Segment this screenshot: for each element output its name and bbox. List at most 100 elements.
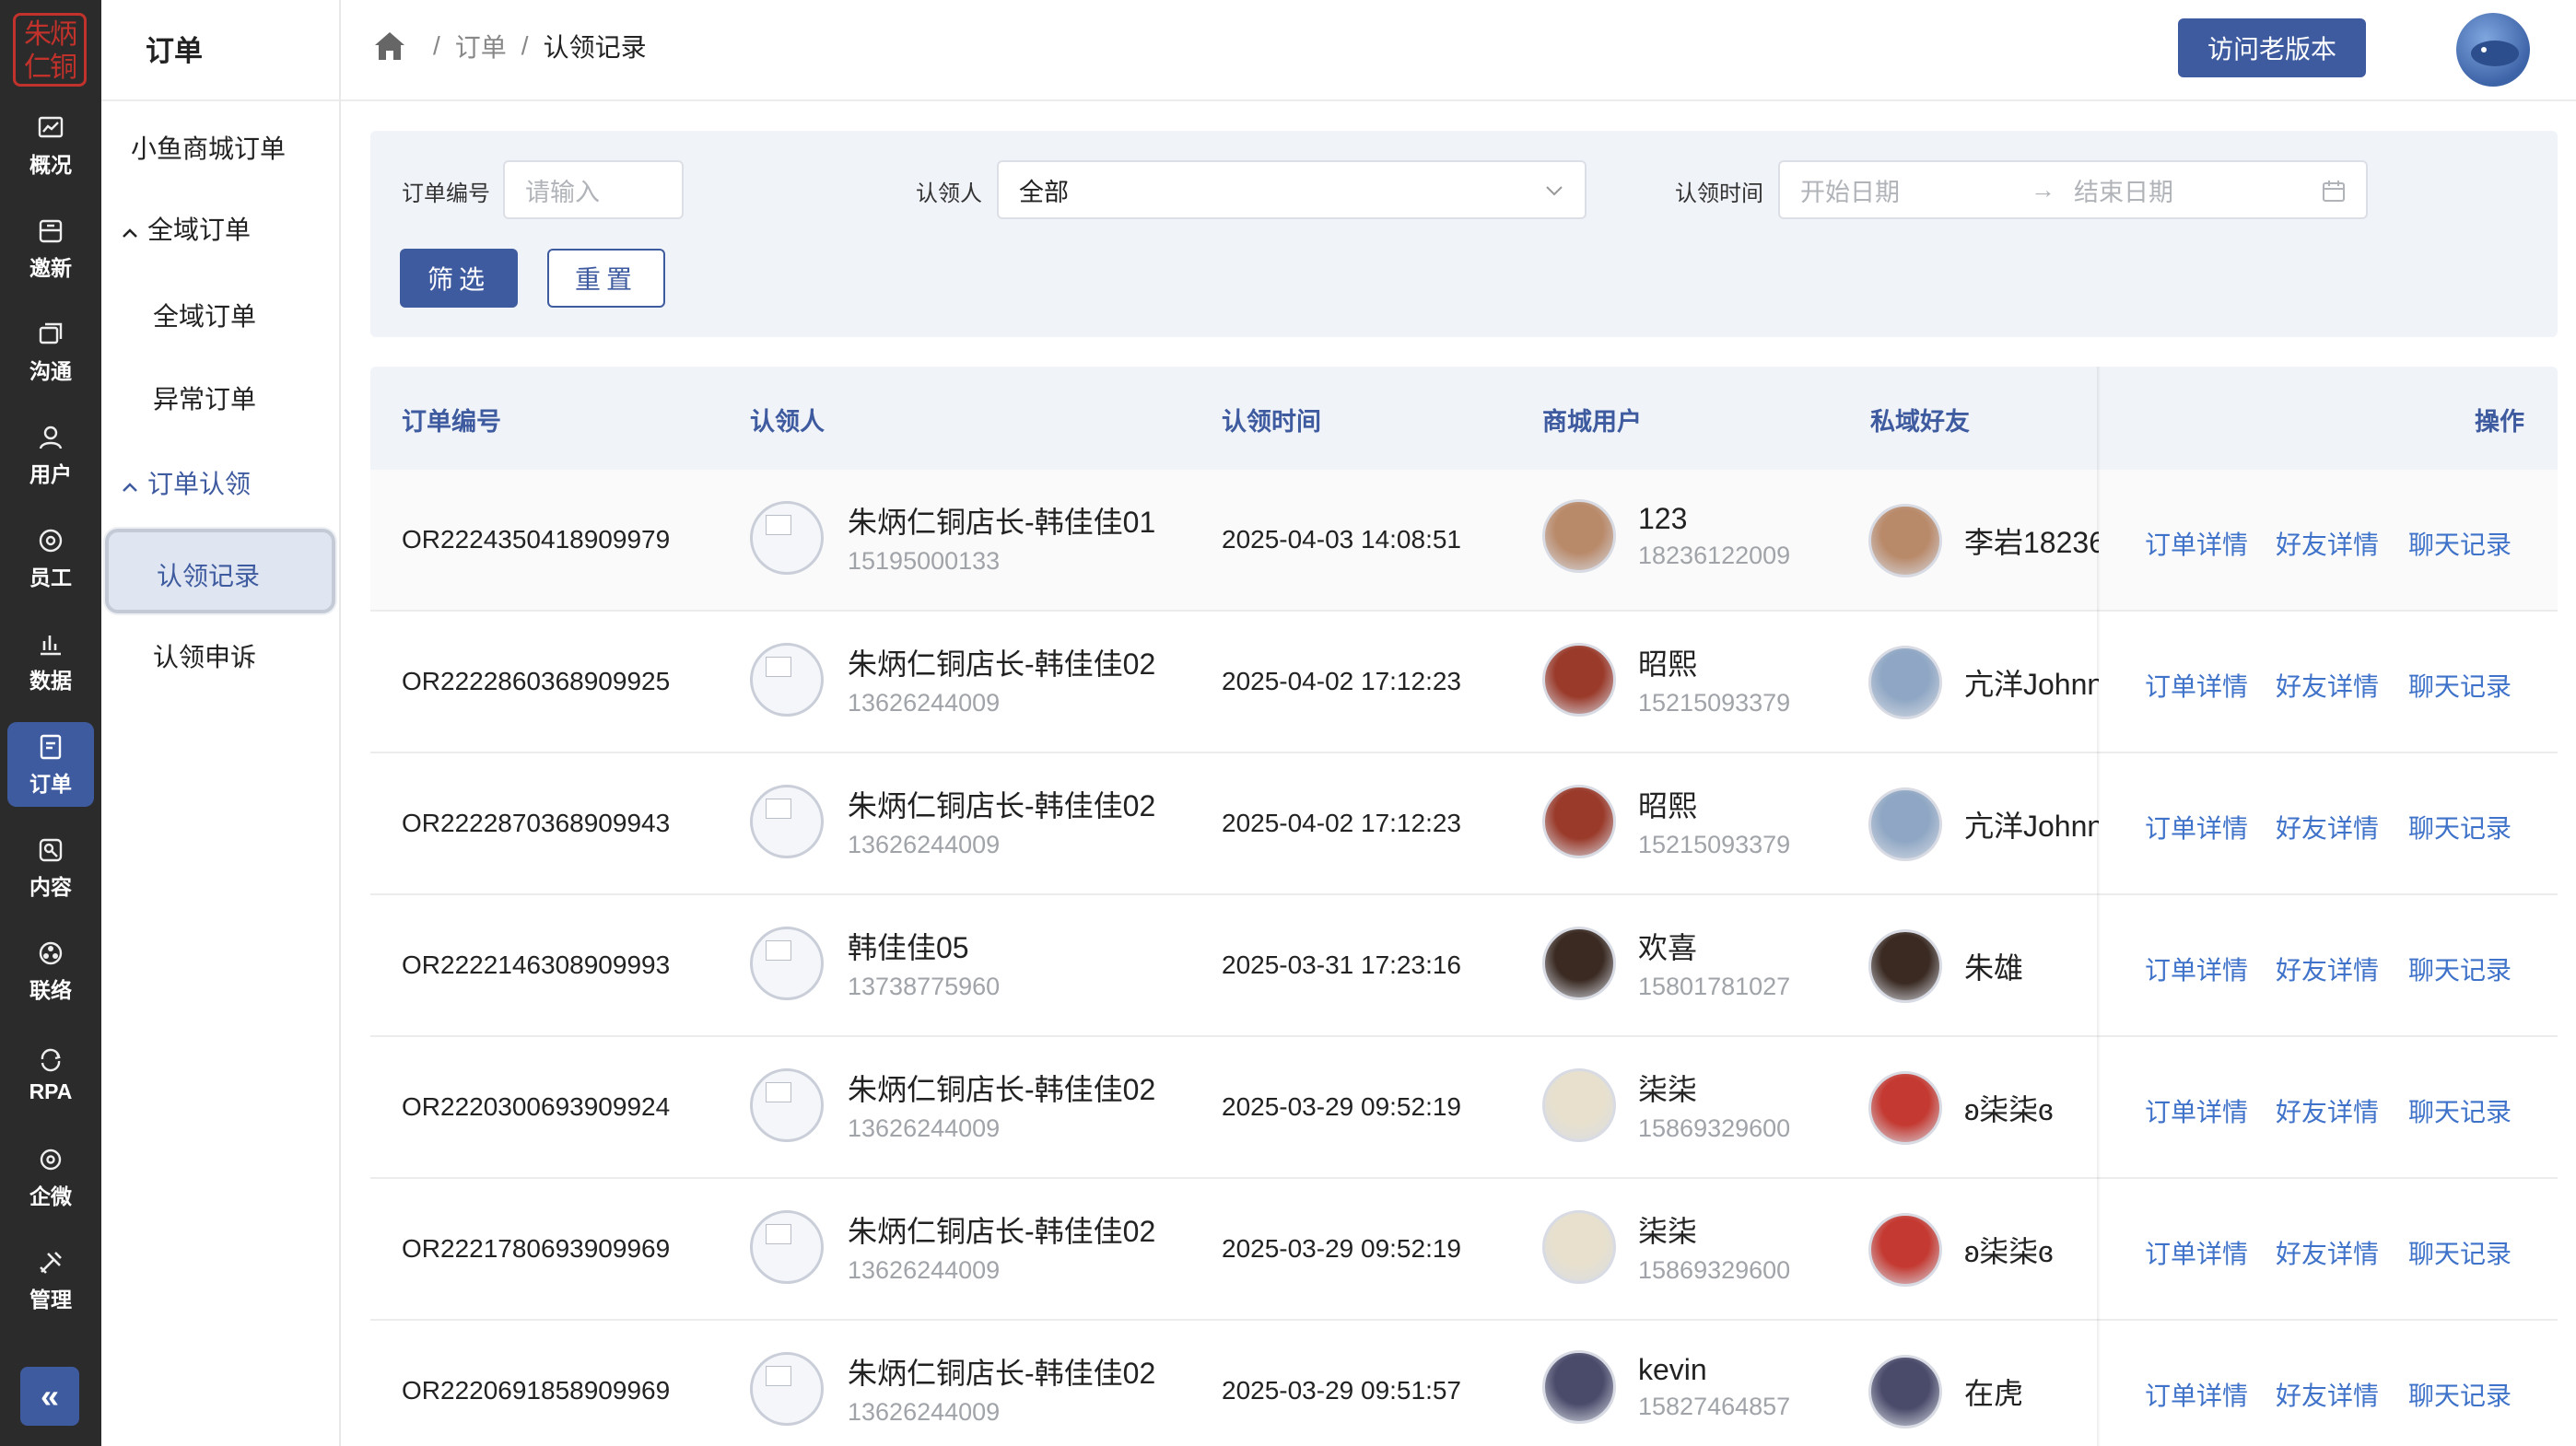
reset-button[interactable]: 重置 <box>547 249 665 308</box>
claimer-avatar <box>750 500 824 575</box>
filter-button[interactable]: 筛选 <box>400 249 518 308</box>
friend-avatar <box>1868 646 1942 719</box>
friend-avatar <box>1868 929 1942 1003</box>
order-detail-link[interactable]: 订单详情 <box>2145 1092 2248 1129</box>
order-detail-link[interactable]: 订单详情 <box>2145 525 2248 562</box>
home-icon[interactable] <box>372 29 407 63</box>
rail-item-invite[interactable]: 邀新 <box>7 206 94 291</box>
claimer-avatar <box>750 1067 824 1142</box>
chat-record-link[interactable]: 聊天记录 <box>2408 1376 2512 1413</box>
claimer-cell: 朱炳仁铜店长-韩佳佳02 13626244009 <box>750 1208 1155 1285</box>
mall-user-cell: 柒柒 15869329600 <box>1542 1208 1790 1285</box>
double-chevron-left-icon: « <box>40 1377 60 1415</box>
order-detail-link[interactable]: 订单详情 <box>2145 1376 2248 1413</box>
claimer-cell: 朱炳仁铜店长-韩佳佳02 13626244009 <box>750 783 1155 859</box>
friend-avatar <box>1868 504 1942 577</box>
order-no-label: 订单编号 <box>402 181 490 206</box>
friend-detail-link[interactable]: 好友详情 <box>2276 1234 2379 1271</box>
order-detail-link[interactable]: 订单详情 <box>2145 1234 2248 1271</box>
rail-item-staff[interactable]: 员工 <box>7 516 94 601</box>
subnav-item-claim-appeal[interactable]: 认领申诉 <box>153 637 256 674</box>
friend-detail-link[interactable]: 好友详情 <box>2276 1376 2379 1413</box>
chat-record-link[interactable]: 聊天记录 <box>2408 1234 2512 1271</box>
rail-item-connect[interactable]: 联络 <box>7 928 94 1013</box>
order-detail-link[interactable]: 订单详情 <box>2145 809 2248 845</box>
top-header: / 订单 / 认领记录 访问老版本 <box>341 0 2576 101</box>
breadcrumb-item-orders[interactable]: 订单 <box>455 28 507 64</box>
claimer-phone: 13626244009 <box>848 1398 1001 1426</box>
table-row: OR2222860368909925 朱炳仁铜店长-韩佳佳02 1362624400… <box>370 612 2558 753</box>
claim-time-range-picker[interactable]: 开始日期 → 结束日期 <box>1778 160 2368 219</box>
start-date-placeholder: 开始日期 <box>1800 178 1900 206</box>
friend-detail-link[interactable]: 好友详情 <box>2276 667 2379 704</box>
subnav-group-order-claim[interactable]: 订单认领 <box>122 464 251 501</box>
chat-record-link[interactable]: 聊天记录 <box>2408 950 2512 987</box>
rail-item-label: 联络 <box>29 978 72 1002</box>
mall-user-phone: 18236122009 <box>1638 542 1791 569</box>
column-header-actions: 操作 <box>2475 408 2524 436</box>
rail-item-user[interactable]: 用户 <box>7 413 94 497</box>
rail-item-content[interactable]: 内容 <box>7 825 94 910</box>
rail-item-rpa[interactable]: RPA <box>7 1032 94 1116</box>
order-no-input[interactable]: 请输入 <box>503 160 684 219</box>
chat-record-link[interactable]: 聊天记录 <box>2408 1092 2512 1129</box>
chevron-up-icon <box>122 477 138 498</box>
private-friend-cell: 在虎 <box>1868 1355 2099 1429</box>
friend-avatar <box>1868 1213 1942 1287</box>
mall-user-cell: 昭熙 15215093379 <box>1542 783 1790 859</box>
subnav-item-abnormal-orders[interactable]: 异常订单 <box>153 379 256 416</box>
friend-detail-link[interactable]: 好友详情 <box>2276 525 2379 562</box>
friend-detail-link[interactable]: 好友详情 <box>2276 950 2379 987</box>
mall-user-phone: 15869329600 <box>1638 1256 1791 1284</box>
order-detail-link[interactable]: 订单详情 <box>2145 950 2248 987</box>
arrow-right-icon: → <box>2031 175 2055 204</box>
private-friend-cell: ʚ柒柒ɞ <box>1868 1213 2099 1287</box>
column-header-claimer: 认领人 <box>750 408 825 436</box>
connect-icon <box>35 938 66 969</box>
rail-item-tools[interactable]: 管理 <box>7 1238 94 1323</box>
chat-record-link[interactable]: 聊天记录 <box>2408 525 2512 562</box>
claimer-cell: 朱炳仁铜店长-韩佳佳02 13626244009 <box>750 1067 1155 1143</box>
mall-user-cell: 欢喜 15801781027 <box>1542 925 1790 1001</box>
claimer-select[interactable]: 全部 <box>997 160 1587 219</box>
rail-item-chart[interactable]: 概况 <box>7 103 94 188</box>
claim-time-cell: 2025-04-02 17:12:23 <box>1222 667 1461 695</box>
claimer-cell: 韩佳佳05 13738775960 <box>750 925 1000 1001</box>
order-no-cell: OR2220300693909924 <box>402 1092 671 1121</box>
order-detail-link[interactable]: 订单详情 <box>2145 667 2248 704</box>
friend-avatar <box>1868 1071 1942 1145</box>
chat-record-link[interactable]: 聊天记录 <box>2408 667 2512 704</box>
rail-item-label: 企微 <box>29 1184 72 1208</box>
rail-item-bar-chart[interactable]: 数据 <box>7 619 94 704</box>
column-header-claim-time: 认领时间 <box>1222 408 1321 436</box>
fixed-column-shadow <box>2097 367 2101 1446</box>
claimer-name: 朱炳仁铜店长-韩佳佳02 <box>848 647 1156 681</box>
claimer-phone: 13626244009 <box>848 1114 1001 1142</box>
table-header: 订单编号 认领人 认领时间 商城用户 私域好友 操作 <box>370 367 2558 470</box>
rail-item-chat[interactable]: 沟通 <box>7 309 94 394</box>
collapse-sidebar-button[interactable]: « <box>20 1367 79 1426</box>
private-friend-cell: 亢洋Johnn <box>1868 646 2099 719</box>
app-rail: 朱炳 仁铜 概况 邀新 沟通 用户 员工 数据 订单 内容 联络 RPA 企微 管理 « <box>0 0 101 1446</box>
friend-name: 在虎 <box>1964 1377 2024 1410</box>
mall-user-avatar <box>1542 1209 1616 1284</box>
visit-old-version-button[interactable]: 访问老版本 <box>2178 18 2366 77</box>
rail-item-order[interactable]: 订单 <box>7 722 94 807</box>
friend-name: 亢洋Johnn <box>1964 810 2099 843</box>
table-row: OR2222870368909943 朱炳仁铜店长-韩佳佳02 1362624400… <box>370 753 2558 895</box>
user-avatar[interactable] <box>2456 13 2530 87</box>
subnav-item-global-orders[interactable]: 全域订单 <box>153 297 256 333</box>
order-no-cell: OR2222146308909993 <box>402 950 671 979</box>
subnav-item-claim-records[interactable]: 认领记录 <box>105 529 335 613</box>
chat-record-link[interactable]: 聊天记录 <box>2408 809 2512 845</box>
subnav-item-mall-orders[interactable]: 小鱼商城订单 <box>131 129 286 166</box>
friend-detail-link[interactable]: 好友详情 <box>2276 809 2379 845</box>
order-no-cell: OR2224350418909979 <box>402 525 671 554</box>
content-icon <box>35 834 66 866</box>
mall-user-phone: 15801781027 <box>1638 973 1791 1000</box>
subnav-group-global-orders[interactable]: 全域订单 <box>122 210 251 247</box>
order-no-cell: OR2222860368909925 <box>402 667 671 695</box>
rail-item-wecom[interactable]: 企微 <box>7 1135 94 1219</box>
friend-detail-link[interactable]: 好友详情 <box>2276 1092 2379 1129</box>
claimer-phone: 13626244009 <box>848 689 1001 717</box>
